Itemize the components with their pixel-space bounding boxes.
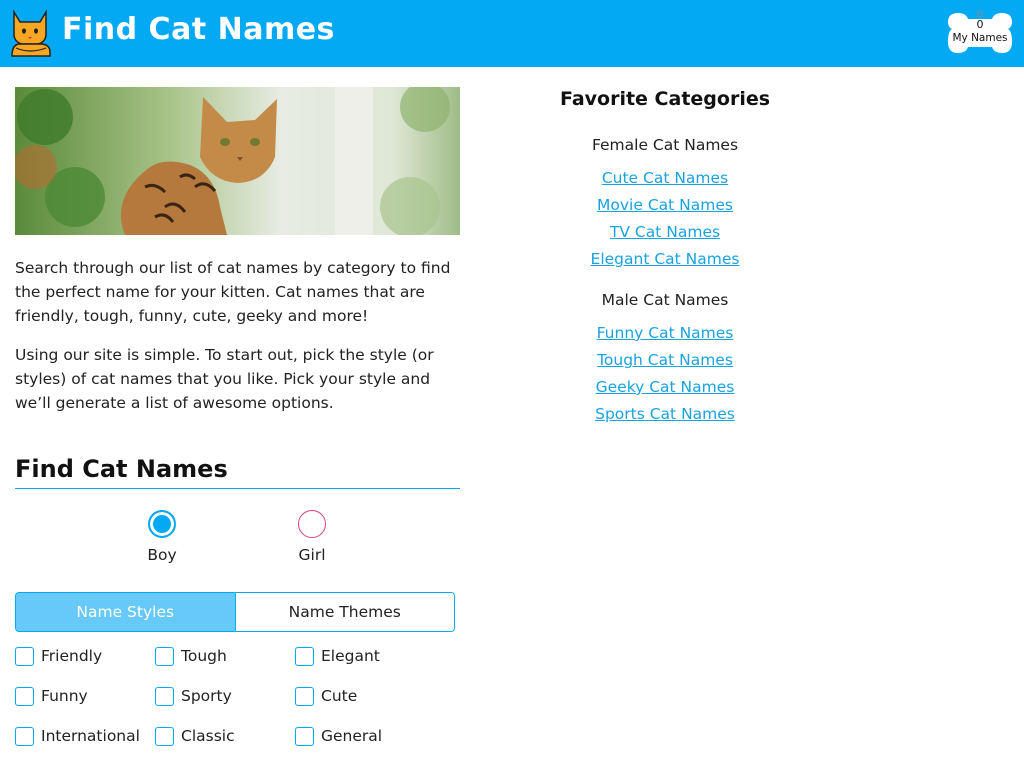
checkbox-label: Classic <box>181 727 235 745</box>
female-category-links: Cute Cat Names Movie Cat Names TV Cat Na… <box>530 168 800 276</box>
checkbox-box[interactable] <box>295 726 314 746</box>
link-tv-cat-names[interactable]: TV Cat Names <box>530 222 800 249</box>
favorites-heading: Favorite Categories <box>559 88 771 110</box>
checkbox-box[interactable] <box>15 646 34 666</box>
site-title[interactable]: Find Cat Names <box>62 12 335 47</box>
girl-radio[interactable] <box>298 510 326 538</box>
checkbox-box[interactable] <box>155 726 174 746</box>
link-cute-cat-names[interactable]: Cute Cat Names <box>530 168 800 195</box>
boy-label: Boy <box>147 546 177 564</box>
checkbox-tough[interactable]: Tough <box>155 645 295 667</box>
checkbox-label: Elegant <box>321 647 380 665</box>
link-sports-cat-names[interactable]: Sports Cat Names <box>530 404 800 431</box>
female-names-heading: Female Cat Names <box>591 136 739 154</box>
checkbox-box[interactable] <box>295 646 314 666</box>
finder-heading: Find Cat Names <box>15 455 228 483</box>
checkbox-friendly[interactable]: Friendly <box>15 645 155 667</box>
link-elegant-cat-names[interactable]: Elegant Cat Names <box>530 249 800 276</box>
checkbox-general[interactable]: General <box>295 725 435 747</box>
checkbox-label: International <box>41 727 140 745</box>
tab-name-themes[interactable]: Name Themes <box>235 593 454 631</box>
style-checkbox-grid: Friendly Tough Elegant Funny Sporty Cute… <box>15 645 455 747</box>
checkbox-box[interactable] <box>155 686 174 706</box>
divider <box>15 488 460 489</box>
checkbox-box[interactable] <box>15 726 34 746</box>
checkbox-elegant[interactable]: Elegant <box>295 645 435 667</box>
checkbox-label: Friendly <box>41 647 103 665</box>
top-header: Find Cat Names 0 My Names <box>0 0 1024 67</box>
checkbox-box[interactable] <box>155 646 174 666</box>
gender-option-boy[interactable]: Boy <box>122 510 202 564</box>
tab-name-styles[interactable]: Name Styles <box>16 593 236 631</box>
male-category-links: Funny Cat Names Tough Cat Names Geeky Ca… <box>530 323 800 431</box>
checkbox-sporty[interactable]: Sporty <box>155 685 295 707</box>
checkbox-cute[interactable]: Cute <box>295 685 435 707</box>
checkbox-label: Tough <box>181 647 227 665</box>
checkbox-classic[interactable]: Classic <box>155 725 295 747</box>
intro-paragraph: Using our site is simple. To start out, … <box>15 346 434 412</box>
checkbox-box[interactable] <box>15 686 34 706</box>
girl-label: Girl <box>298 546 326 564</box>
cat-logo-icon[interactable] <box>8 8 52 58</box>
saved-names-count: 0 <box>976 18 984 31</box>
checkbox-label: Sporty <box>181 687 232 705</box>
link-tough-cat-names[interactable]: Tough Cat Names <box>530 350 800 377</box>
cat-photo <box>15 87 460 235</box>
male-names-heading: Male Cat Names <box>601 291 729 309</box>
my-names-button[interactable]: 0 My Names <box>944 9 1016 57</box>
checkbox-funny[interactable]: Funny <box>15 685 155 707</box>
link-geeky-cat-names[interactable]: Geeky Cat Names <box>530 377 800 404</box>
name-tabs: Name Styles Name Themes <box>15 592 455 632</box>
gender-option-girl[interactable]: Girl <box>272 510 352 564</box>
intro-paragraph: Search through our list of cat names by … <box>15 259 451 325</box>
link-funny-cat-names[interactable]: Funny Cat Names <box>530 323 800 350</box>
checkbox-box[interactable] <box>295 686 314 706</box>
boy-radio[interactable] <box>148 510 176 538</box>
checkbox-label: Cute <box>321 687 358 705</box>
checkbox-international[interactable]: International <box>15 725 155 747</box>
link-movie-cat-names[interactable]: Movie Cat Names <box>530 195 800 222</box>
checkbox-label: General <box>321 727 383 745</box>
checkbox-label: Funny <box>41 687 88 705</box>
saved-names-label: My Names <box>952 32 1008 44</box>
